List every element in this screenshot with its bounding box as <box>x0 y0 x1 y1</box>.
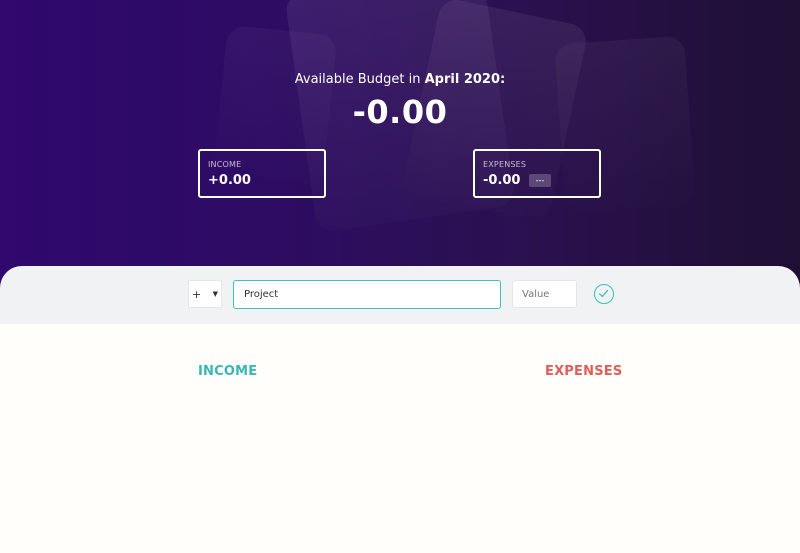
budget-value: -0.00 <box>352 93 448 131</box>
income-summary-value: +0.00 <box>208 173 251 188</box>
add-item-bar: + ▼ <box>0 266 800 324</box>
income-summary-card: INCOME +0.00 <box>198 149 326 198</box>
income-summary-label: INCOME <box>208 160 242 169</box>
add-item-button[interactable] <box>594 284 614 304</box>
expenses-list-title: EXPENSES <box>545 364 623 379</box>
expenses-summary-label: EXPENSES <box>483 160 527 169</box>
type-select[interactable]: + ▼ <box>188 280 222 308</box>
expenses-percentage-badge: --- <box>529 174 551 187</box>
checkmark-icon <box>598 289 609 298</box>
expenses-summary-value: -0.00 <box>483 173 521 188</box>
expenses-summary-card: EXPENSES -0.00 --- <box>473 149 601 198</box>
income-list-title: INCOME <box>198 364 258 379</box>
type-select-value: + <box>192 288 202 301</box>
budget-title: Available Budget in April 2020: <box>0 72 800 87</box>
budget-title-prefix: Available Budget in <box>294 72 421 87</box>
description-input[interactable] <box>233 280 501 309</box>
value-input[interactable] <box>512 280 577 308</box>
chevron-down-icon: ▼ <box>212 290 218 298</box>
budget-month: April 2020: <box>424 72 506 87</box>
budget-header: Available Budget in April 2020: -0.00 IN… <box>0 0 800 290</box>
